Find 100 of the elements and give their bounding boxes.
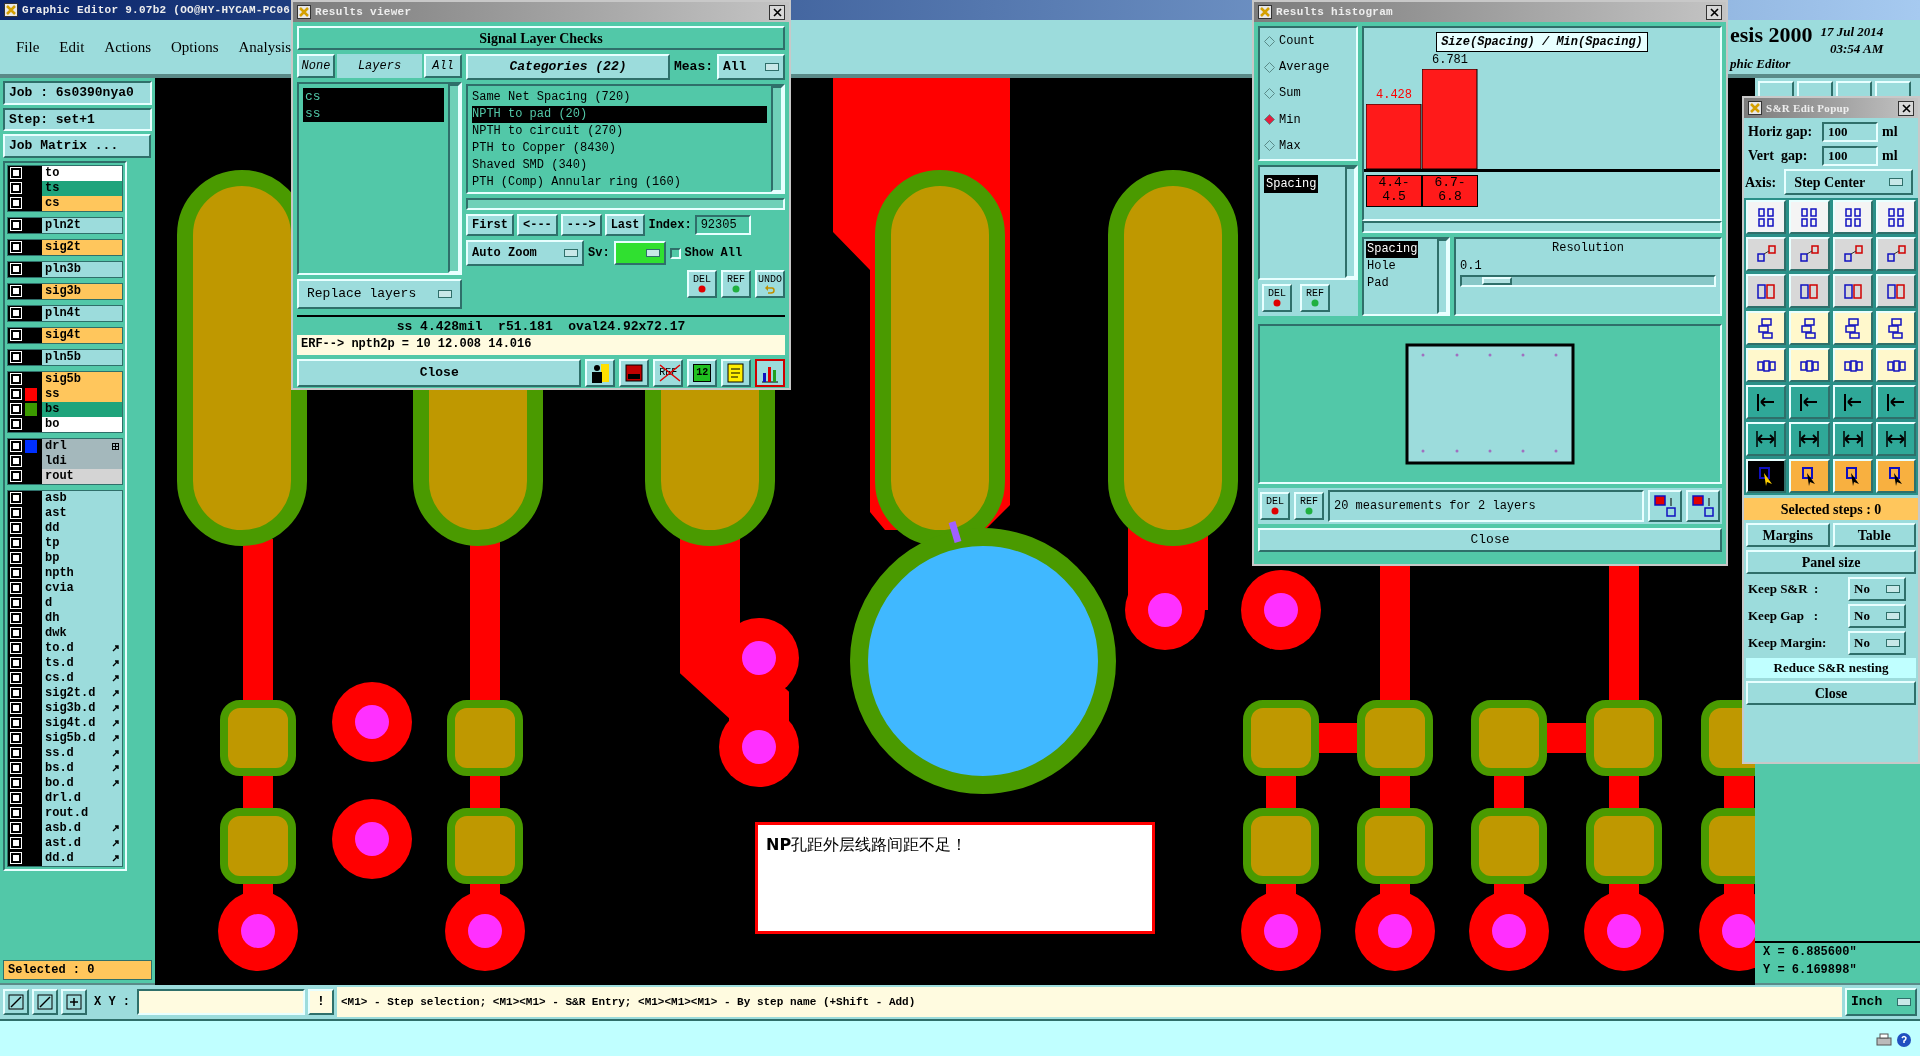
- job-matrix-button[interactable]: Job Matrix ...: [3, 134, 151, 158]
- navigation-button[interactable]: Last: [604, 214, 646, 236]
- layer-checkbox[interactable]: [11, 643, 21, 653]
- layer-checkbox[interactable]: [11, 658, 21, 668]
- step-tool-button[interactable]: [1746, 200, 1787, 234]
- layer-filter-button[interactable]: None: [297, 54, 335, 78]
- close-button[interactable]: Close: [1258, 528, 1722, 552]
- layer-checkbox[interactable]: [11, 352, 21, 362]
- layer-checkbox[interactable]: [11, 220, 21, 230]
- layer-checkbox[interactable]: [11, 374, 21, 384]
- panel-size-button[interactable]: Panel size: [1746, 550, 1916, 574]
- category-list-item[interactable]: Same Net Spacing (720): [472, 89, 767, 106]
- step-tool-button[interactable]: [1832, 348, 1873, 382]
- meas-dropdown[interactable]: All: [717, 54, 785, 80]
- step-tool-button[interactable]: [1875, 385, 1916, 419]
- layer-checkbox[interactable]: [11, 733, 21, 743]
- layer-checkbox[interactable]: [11, 508, 21, 518]
- layer-checkbox[interactable]: [11, 613, 21, 623]
- radio-button[interactable]: [1264, 140, 1275, 152]
- step-tool-button[interactable]: [1746, 348, 1787, 382]
- step-tool-button[interactable]: [1875, 311, 1916, 345]
- category-list-item[interactable]: NPTH to circuit (270): [472, 123, 767, 140]
- menu-item[interactable]: Edit: [59, 35, 85, 59]
- slider-thumb[interactable]: [1482, 277, 1513, 285]
- step-tool-button[interactable]: [1875, 422, 1916, 456]
- step-tool-button[interactable]: [1832, 237, 1873, 271]
- step-tool-button[interactable]: [1789, 274, 1830, 308]
- field-list-item[interactable]: Hole: [1366, 258, 1397, 275]
- layer-checkbox[interactable]: [11, 808, 21, 818]
- layer-checkbox[interactable]: [11, 198, 21, 208]
- layer-checkbox[interactable]: [11, 264, 21, 274]
- step-tool-button[interactable]: [1875, 237, 1916, 271]
- tool-button[interactable]: 12: [687, 359, 718, 387]
- layer-checkbox[interactable]: [11, 853, 21, 863]
- step-tool-button[interactable]: [1746, 422, 1787, 456]
- step-tool-button[interactable]: [1832, 311, 1873, 345]
- layer-name[interactable]: sig4t: [42, 327, 122, 343]
- view-tool-button[interactable]: [3, 989, 29, 1015]
- close-button[interactable]: [1706, 4, 1722, 20]
- step-tool-button[interactable]: [1746, 459, 1787, 493]
- auto-zoom-dropdown[interactable]: Auto Zoom: [466, 240, 584, 266]
- step-tool-button[interactable]: [1789, 237, 1830, 271]
- keep-dropdown[interactable]: No: [1848, 604, 1906, 628]
- alert-button[interactable]: !: [308, 989, 334, 1015]
- layer-checkbox[interactable]: [11, 538, 21, 548]
- radio-button[interactable]: [1264, 35, 1275, 47]
- navigation-button[interactable]: First: [466, 214, 514, 236]
- step-tool-button[interactable]: [1832, 385, 1873, 419]
- layer-checkbox[interactable]: [11, 286, 21, 296]
- step-tool-button[interactable]: [1875, 459, 1916, 493]
- layer-name[interactable]: to: [42, 165, 122, 181]
- step-tool-button[interactable]: [1746, 311, 1787, 345]
- step-tool-button[interactable]: [1789, 200, 1830, 234]
- layer-checkbox[interactable]: [11, 598, 21, 608]
- layer-checkbox[interactable]: [11, 763, 21, 773]
- step-tool-button[interactable]: [1789, 311, 1830, 345]
- navigation-button[interactable]: <---: [517, 214, 558, 236]
- step-tool-button[interactable]: [1746, 237, 1787, 271]
- layer-checkbox[interactable]: [11, 419, 21, 429]
- layer-checkbox[interactable]: [11, 404, 21, 414]
- view-tool-button[interactable]: [32, 989, 58, 1015]
- action-button[interactable]: REF: [1300, 284, 1330, 312]
- layer-name[interactable]: pln3b: [42, 261, 122, 277]
- step-tool-button[interactable]: [1789, 459, 1830, 493]
- layer-name[interactable]: asb: [42, 490, 122, 506]
- tool-button[interactable]: [755, 359, 785, 387]
- action-button[interactable]: REF: [1294, 492, 1324, 520]
- layer-checkbox[interactable]: [11, 242, 21, 252]
- step-tool-button[interactable]: [1746, 274, 1787, 308]
- action-button[interactable]: DEL: [1262, 284, 1292, 312]
- menu-item[interactable]: Options: [171, 35, 219, 59]
- layer-checkbox[interactable]: [11, 441, 21, 451]
- step-tool-button[interactable]: [1875, 274, 1916, 308]
- layer-filter-button[interactable]: All: [424, 54, 462, 78]
- layer-checkbox[interactable]: [11, 838, 21, 848]
- show-all-checkbox[interactable]: [669, 247, 681, 259]
- action-button[interactable]: DEL: [687, 270, 717, 298]
- close-button[interactable]: [1898, 100, 1914, 116]
- layer-list-item[interactable]: ss: [303, 105, 444, 122]
- axis-dropdown[interactable]: Step Center: [1784, 169, 1913, 195]
- radio-button[interactable]: [1264, 114, 1275, 126]
- step-tool-button[interactable]: [1875, 348, 1916, 382]
- layer-checkbox[interactable]: [11, 471, 21, 481]
- layer-checkbox[interactable]: [11, 688, 21, 698]
- xy-input[interactable]: [137, 989, 305, 1015]
- field-list-item[interactable]: Pad: [1366, 275, 1390, 292]
- replace-layers-dropdown[interactable]: Replace layers: [297, 279, 462, 309]
- step-tool-button[interactable]: [1832, 200, 1873, 234]
- action-button[interactable]: REF: [721, 270, 751, 298]
- severity-dropdown[interactable]: [613, 241, 666, 265]
- layer-checkbox[interactable]: [11, 553, 21, 563]
- menu-item[interactable]: Analysis: [238, 35, 292, 59]
- keep-dropdown[interactable]: No: [1848, 577, 1906, 601]
- close-button[interactable]: Close: [297, 359, 582, 387]
- layer-checkbox[interactable]: [11, 793, 21, 803]
- radio-button[interactable]: [1264, 61, 1275, 73]
- layer-name[interactable]: sig5b: [42, 371, 122, 387]
- action-button[interactable]: UNDO: [755, 270, 785, 298]
- units-dropdown[interactable]: Inch: [1845, 988, 1917, 1016]
- layer-checkbox[interactable]: [11, 628, 21, 638]
